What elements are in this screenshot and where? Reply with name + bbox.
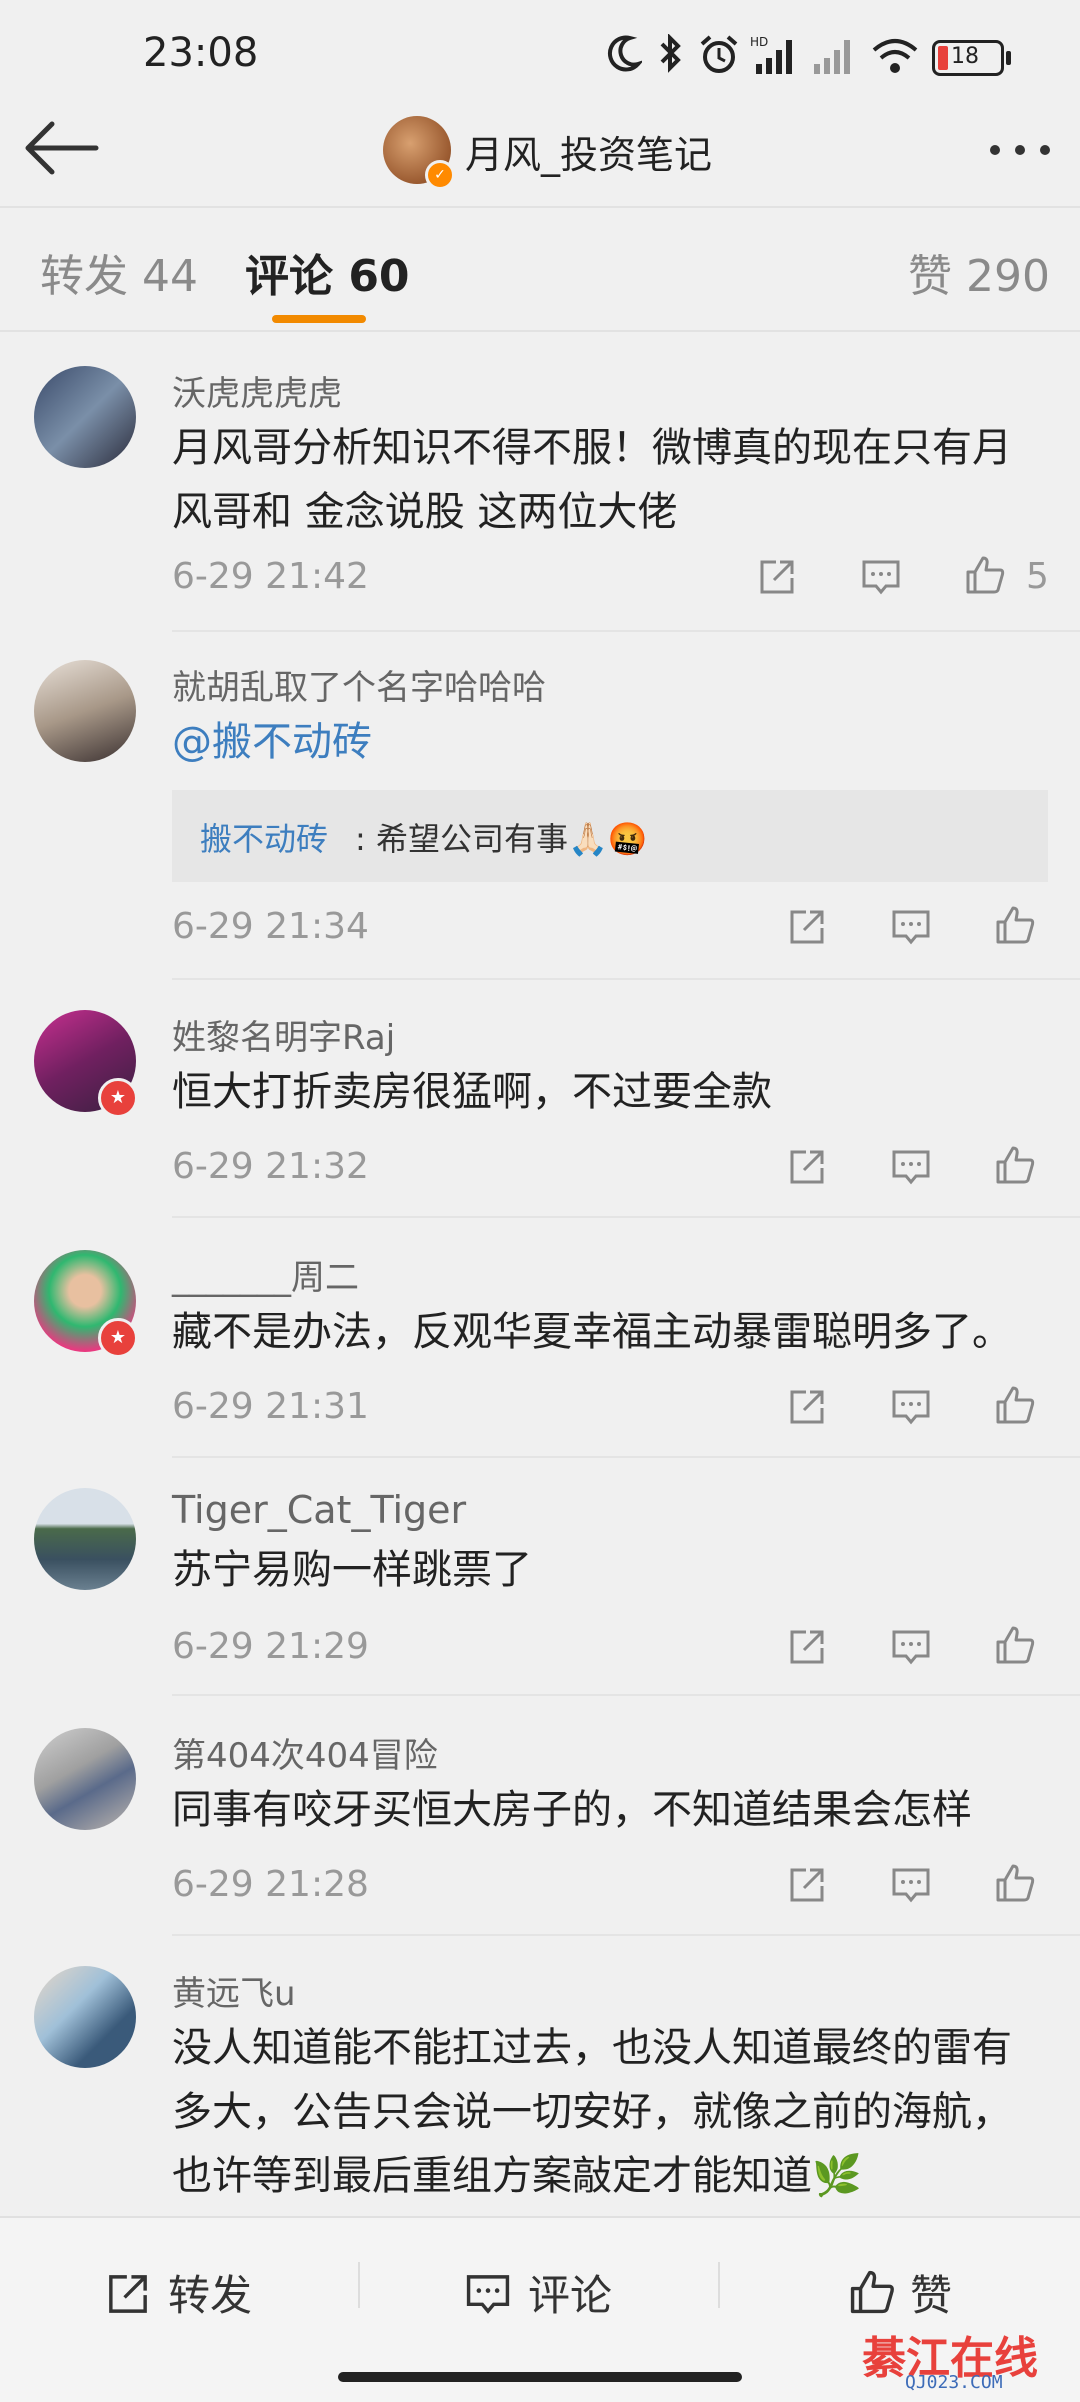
commenter-avatar[interactable] bbox=[34, 1488, 136, 1590]
vip-badge-icon: ★ bbox=[98, 1078, 138, 1118]
like-button[interactable]: 赞 bbox=[910, 2262, 952, 2323]
page-title[interactable]: 月风_投资笔记 bbox=[465, 124, 712, 179]
battery-level: 18 bbox=[951, 44, 979, 69]
mention-link[interactable]: @搬不动砖 bbox=[172, 710, 1052, 774]
like-icon[interactable] bbox=[994, 1624, 1036, 1666]
comment-time: 6-29 21:42 bbox=[172, 556, 369, 597]
commenter-name[interactable]: 黄远飞u bbox=[172, 1966, 296, 2015]
comment-text: 没人知道能不能扛过去，也没人知道最终的雷有 多大，公告只会说一切安好，就像之前的… bbox=[172, 2016, 1052, 2208]
comment-line: 月风哥分析知识不得不服！微博真的现在只有月 bbox=[172, 425, 1012, 471]
battery-icon: 18 bbox=[932, 40, 1011, 76]
bottom-separator bbox=[358, 2262, 360, 2308]
repost-icon[interactable] bbox=[104, 2264, 152, 2324]
commenter-name[interactable]: 就胡乱取了个名字哈哈哈 bbox=[172, 660, 546, 709]
comment-time: 6-29 21:32 bbox=[172, 1146, 369, 1187]
like-count: 5 bbox=[1026, 556, 1049, 597]
comment-icon[interactable] bbox=[890, 1146, 932, 1188]
comment-divider bbox=[172, 1694, 1080, 1696]
commenter-name[interactable]: 姓黎名明字Raj bbox=[172, 1010, 395, 1059]
vip-badge-icon: ★ bbox=[98, 1318, 138, 1358]
tab-likes[interactable]: 赞 290 bbox=[908, 240, 1050, 304]
nav-divider bbox=[0, 206, 1080, 208]
like-icon[interactable] bbox=[994, 1862, 1036, 1904]
svg-text:HD: HD bbox=[750, 35, 768, 49]
commenter-avatar[interactable] bbox=[34, 660, 136, 762]
commenter-name[interactable]: Tiger_Cat_Tiger bbox=[172, 1488, 466, 1532]
commenter-avatar[interactable] bbox=[34, 1728, 136, 1830]
signal-hd-icon: HD bbox=[750, 35, 792, 74]
share-icon[interactable] bbox=[786, 906, 828, 948]
share-icon[interactable] bbox=[786, 1386, 828, 1428]
tabs-divider bbox=[0, 330, 1080, 332]
comment-line: 也许等到最后重组方案敲定才能知道🌿 bbox=[172, 2153, 862, 2199]
quoted-text: : 希望公司有事🙏🏻🤬 bbox=[355, 820, 648, 858]
commenter-name[interactable]: 沃虎虎虎虎 bbox=[172, 366, 342, 415]
comment-icon[interactable] bbox=[890, 906, 932, 948]
bottom-separator bbox=[718, 2262, 720, 2308]
like-icon[interactable] bbox=[994, 1144, 1036, 1186]
more-icon[interactable] bbox=[985, 140, 1055, 160]
comment-icon[interactable] bbox=[464, 2264, 512, 2324]
comment-time: 6-29 21:31 bbox=[172, 1386, 369, 1427]
comment-button[interactable]: 评论 bbox=[528, 2262, 612, 2323]
comment-divider bbox=[172, 1456, 1080, 1458]
comment-text: 苏宁易购一样跳票了 bbox=[172, 1547, 532, 1593]
comment-divider bbox=[172, 630, 1080, 632]
status-time: 23:08 bbox=[143, 30, 259, 76]
comment-time: 6-29 21:29 bbox=[172, 1626, 369, 1667]
signal-icon bbox=[814, 40, 850, 74]
comment-icon[interactable] bbox=[890, 1626, 932, 1668]
comment-line: 多大，公告只会说一切安好，就像之前的海航， bbox=[172, 2089, 1012, 2135]
repost-button[interactable]: 转发 bbox=[168, 2262, 252, 2323]
quoted-user[interactable]: 搬不动砖 bbox=[200, 814, 328, 860]
comment-time: 6-29 21:34 bbox=[172, 906, 369, 947]
commenter-name[interactable]: 第404次404冒险 bbox=[172, 1728, 438, 1777]
comment-divider bbox=[172, 978, 1080, 980]
comment-line: 没人知道能不能扛过去，也没人知道最终的雷有 bbox=[172, 2025, 1012, 2071]
comment-divider bbox=[172, 1216, 1080, 1218]
alarm-icon bbox=[700, 35, 738, 73]
moon-icon bbox=[607, 35, 642, 72]
comment-text: 月风哥分析知识不得不服！微博真的现在只有月 风哥和 金念说股 这两位大佬 bbox=[172, 416, 1052, 544]
commenter-avatar[interactable] bbox=[34, 366, 136, 468]
share-icon[interactable] bbox=[756, 556, 798, 598]
comment-icon[interactable] bbox=[890, 1864, 932, 1906]
active-tab-indicator bbox=[272, 315, 366, 323]
comment-text: 恒大打折卖房很猛啊，不过要全款 bbox=[172, 1069, 772, 1115]
like-icon[interactable] bbox=[848, 2262, 896, 2322]
like-icon[interactable] bbox=[964, 554, 1006, 596]
comment-text: 同事有咬牙买恒大房子的，不知道结果会怎样 bbox=[172, 1787, 972, 1833]
bluetooth-icon bbox=[660, 34, 681, 73]
comment-time: 6-29 21:28 bbox=[172, 1864, 369, 1905]
like-icon[interactable] bbox=[994, 1384, 1036, 1426]
share-icon[interactable] bbox=[786, 1864, 828, 1906]
tab-comments[interactable]: 评论 60 bbox=[245, 240, 410, 304]
home-indicator[interactable] bbox=[338, 2372, 742, 2382]
watermark-url: QJ023.COM bbox=[905, 2372, 1003, 2393]
comment-text: 藏不是办法，反观华夏幸福主动暴雷聪明多了。 bbox=[172, 1309, 1012, 1355]
commenter-name[interactable]: _______周二 bbox=[172, 1250, 359, 1299]
comment-divider bbox=[172, 1934, 1080, 1936]
share-icon[interactable] bbox=[786, 1626, 828, 1668]
wifi-icon bbox=[872, 39, 918, 73]
comment-icon[interactable] bbox=[890, 1386, 932, 1428]
commenter-avatar[interactable] bbox=[34, 1966, 136, 2068]
back-arrow-icon[interactable] bbox=[22, 120, 102, 176]
tab-reposts[interactable]: 转发 44 bbox=[40, 240, 198, 304]
like-icon[interactable] bbox=[994, 904, 1036, 946]
comment-icon[interactable] bbox=[860, 556, 902, 598]
comment-line: 风哥和 金念说股 这两位大佬 bbox=[172, 489, 678, 535]
verified-badge-icon: ✓ bbox=[425, 160, 455, 190]
share-icon[interactable] bbox=[786, 1146, 828, 1188]
